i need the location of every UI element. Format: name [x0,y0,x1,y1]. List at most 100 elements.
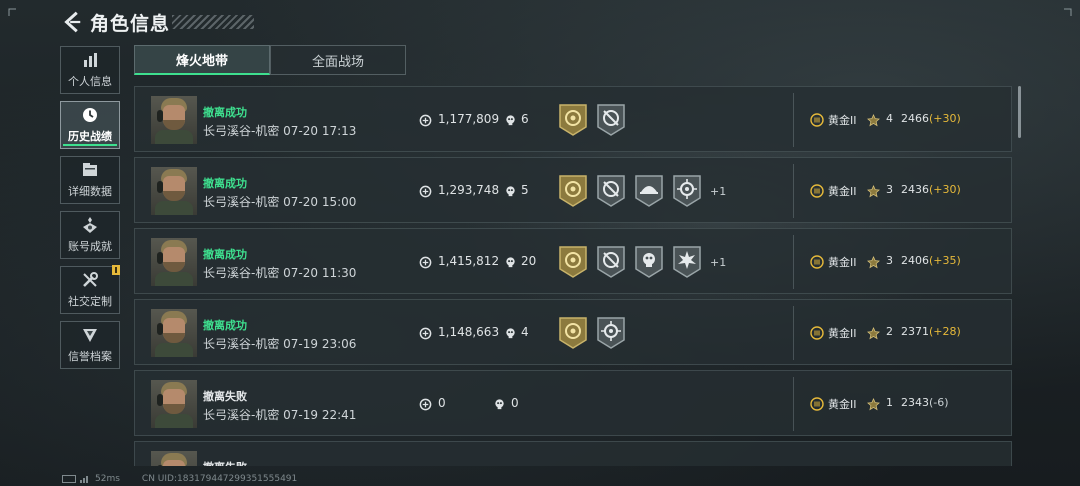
rank-score: 2406(+35) [901,254,961,267]
operator-avatar [151,96,197,144]
match-row[interactable]: 撤离成功 长弓溪谷-机密 07-20 15:00 1,293,748 5 +1 … [134,157,1012,223]
skull-icon [504,183,517,197]
crosshair-medal-icon [596,103,626,137]
kill-count: 0 [511,396,519,410]
skull-icon [504,254,517,268]
match-row[interactable]: 撤离失败 [134,441,1012,466]
match-row[interactable]: 撤离成功 长弓溪谷-机密 07-19 23:06 1,148,663 4 黄金I… [134,299,1012,365]
tools-icon [83,272,98,287]
achievement-icon [83,217,97,233]
sidebar-item-label: 个人信息 [68,75,112,88]
sidebar-item-details[interactable]: 详细数据 [60,156,120,204]
ping-readout: 52ms [95,474,120,484]
value-icon [419,254,432,269]
more-medals-count: +1 [710,255,727,269]
sidebar-item-profile[interactable]: 个人信息 [60,46,120,94]
rank-label: 黄金II [828,398,857,411]
loot-value: 0 [438,396,446,410]
match-history-list[interactable]: 撤离成功 长弓溪谷-机密 07-20 17:13 1,177,809 6 黄金I… [134,86,1012,466]
medal-list: +1 [558,173,726,209]
target-medal-icon [672,174,702,208]
value-icon [419,325,432,340]
value-icon [419,112,432,127]
kill-count: 20 [521,254,537,268]
loot-value: 1,148,663 [438,325,500,339]
sidebar-item-history[interactable]: 历史战绩 [60,101,120,149]
star-count: 3 [886,254,893,267]
gold-rank-icon [810,183,824,198]
operator-avatar [151,167,197,215]
star-icon [867,112,880,127]
score-value: 2466 [901,112,929,125]
value-icon [419,183,432,198]
loot-value: 1,293,748 [438,183,500,197]
tab-warfare[interactable]: 全面战场 [270,45,406,75]
score-delta: (+30) [929,112,961,125]
map-and-time: 长弓溪谷-机密 07-20 15:00 [203,195,357,209]
match-row[interactable]: 撤离成功 长弓溪谷-机密 07-20 11:30 1,415,812 20 +1… [134,228,1012,294]
battery-icon [62,475,76,483]
rank-score: 2436(+30) [901,183,961,196]
rank-score: 2371(+28) [901,325,961,338]
helmet-medal-icon [634,174,664,208]
corner-bracket-icon [1064,8,1072,16]
score-delta: (+28) [929,325,961,338]
score-value: 2343 [901,396,929,409]
match-row[interactable]: 撤离成功 长弓溪谷-机密 07-20 17:13 1,177,809 6 黄金I… [134,86,1012,152]
skull-medal-icon [634,245,664,279]
folder-icon [83,163,97,176]
burst-medal-icon [672,245,702,279]
score-value: 2406 [901,254,929,267]
sidebar-item-label: 账号成就 [68,240,112,253]
gold-medal-icon [558,174,588,208]
target-medal-icon [596,316,626,350]
divider [793,164,794,218]
notification-badge [112,265,120,275]
gold-medal-icon [558,245,588,279]
gold-rank-icon [810,325,824,340]
clock-icon [83,108,97,122]
match-row[interactable]: 撤离失败 长弓溪谷-机密 07-19 22:41 0 0 黄金II 1 2343… [134,370,1012,436]
page-title: 角色信息 [90,13,171,35]
star-count: 1 [886,396,893,409]
gold-rank-icon [810,112,824,127]
star-count: 4 [886,112,893,125]
sidebar-item-achievements[interactable]: 账号成就 [60,211,120,259]
extraction-status: 撤离成功 [203,248,247,261]
crosshair-medal-icon [596,245,626,279]
extraction-status: 撤离失败 [203,459,247,466]
skull-icon [504,325,517,339]
score-delta: (-6) [929,396,949,409]
skull-icon [504,112,517,126]
star-icon [867,325,880,340]
scrollbar[interactable] [1018,86,1021,138]
map-and-time: 长弓溪谷-机密 07-19 22:41 [203,408,357,422]
sidebar-item-reputation[interactable]: 信誉档案 [60,321,120,369]
divider [793,306,794,360]
extraction-status: 撤离成功 [203,177,247,190]
kill-count: 5 [521,183,529,197]
sidebar-item-social[interactable]: 社交定制 [60,266,120,314]
operator-avatar [151,451,197,466]
rank-label: 黄金II [828,256,857,269]
rank-score: 2343(-6) [901,396,949,409]
extraction-status: 撤离失败 [203,390,247,403]
status-footer: 52ms CN UID:1831794472993515554​91 [62,474,297,484]
extraction-status: 撤离成功 [203,319,247,332]
star-count: 2 [886,325,893,338]
gold-rank-icon [810,254,824,269]
tab-operations[interactable]: 烽火地带 [134,45,270,75]
title-decoration [172,15,254,29]
map-and-time: 长弓溪谷-机密 07-19 23:06 [203,337,357,351]
star-icon [867,254,880,269]
score-delta: (+30) [929,183,961,196]
medal-list: +1 [558,244,726,280]
kill-count: 4 [521,325,529,339]
back-button[interactable] [58,8,86,36]
rank-label: 黄金II [828,114,857,127]
sidebar-item-label: 社交定制 [68,295,112,308]
mode-tabs: 烽火地带 全面战场 [134,45,406,75]
sidebar-item-label: 信誉档案 [68,350,112,363]
extraction-status: 撤离成功 [203,106,247,119]
divider [793,235,794,289]
